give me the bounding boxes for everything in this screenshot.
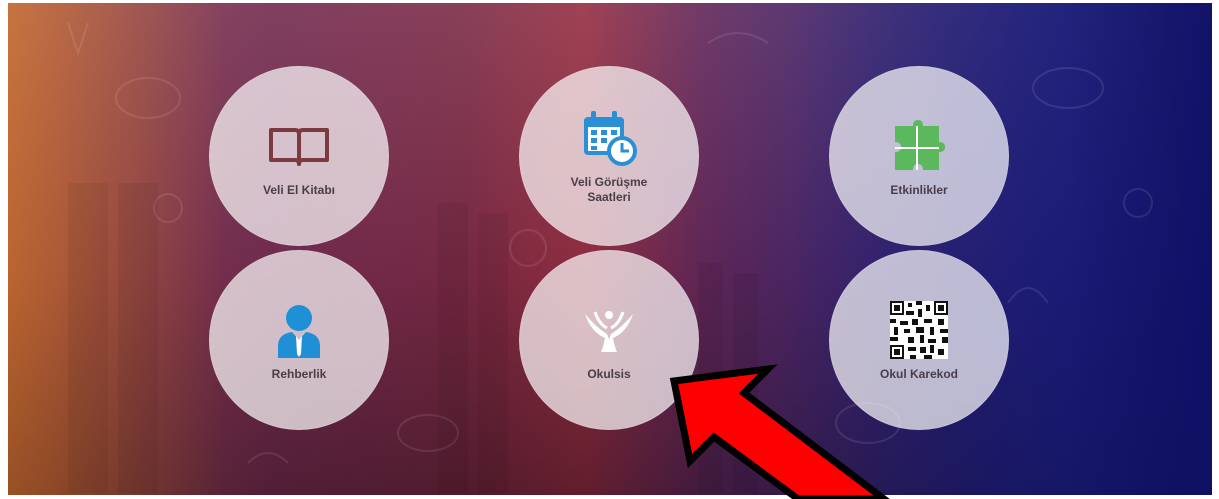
calendar-clock-icon — [574, 107, 644, 169]
tile-label: Okul Karekod — [879, 366, 959, 381]
okulsis-logo-icon — [574, 299, 644, 361]
qr-code-icon — [884, 299, 954, 361]
tile-rehberlik[interactable]: Rehberlik — [209, 250, 389, 430]
tile-label: Okulsis — [587, 366, 631, 381]
counselor-person-icon — [264, 299, 334, 361]
tile-label: Veli Görüşme Saatleri — [570, 175, 648, 204]
puzzle-icon — [884, 115, 954, 177]
tile-veli-el-kitabi[interactable]: Veli El Kitabı — [209, 66, 389, 246]
tile-label: Veli El Kitabı — [262, 182, 336, 197]
tile-label: Etkinlikler — [890, 182, 948, 197]
tile-veli-gorusme-saatleri[interactable]: Veli Görüşme Saatleri — [519, 66, 699, 246]
tile-etkinlikler[interactable]: Etkinlikler — [829, 66, 1009, 246]
tile-okulsis[interactable]: Okulsis — [519, 250, 699, 430]
tile-okul-karekod[interactable]: Okul Karekod — [829, 250, 1009, 430]
book-icon — [264, 115, 334, 177]
tile-label: Rehberlik — [271, 366, 327, 381]
